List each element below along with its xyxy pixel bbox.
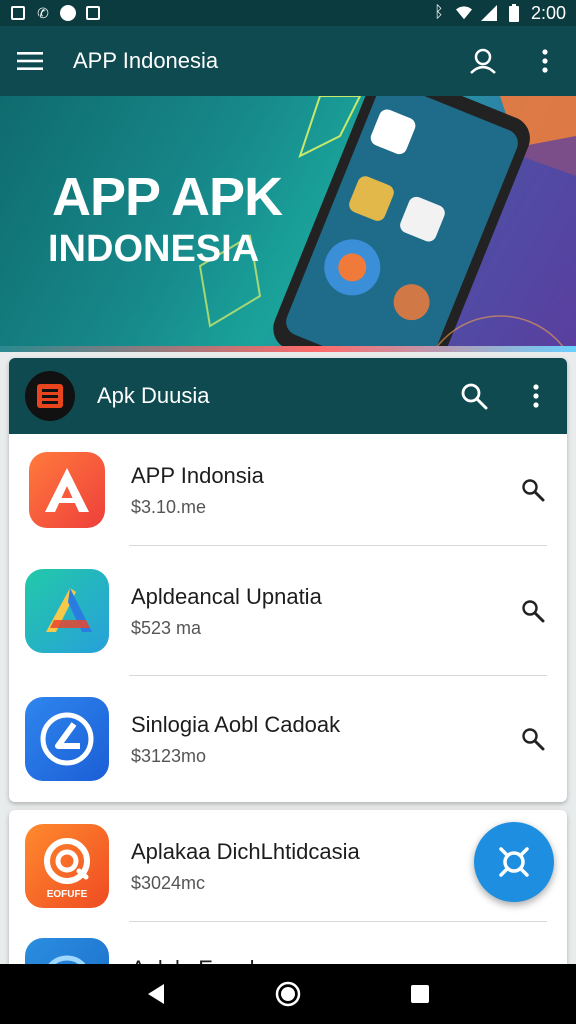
status-time: 2:00 — [530, 2, 566, 23]
list-item-text: Sinlogia Aobl Cadoak $3123mo — [131, 712, 503, 767]
list-item-text: APP Indonsia $3.10.me — [131, 463, 503, 518]
account-icon — [470, 48, 496, 74]
app-badge: EOFUFE — [46, 889, 88, 900]
target-icon: EOFUFE — [25, 824, 109, 908]
item-search-button[interactable] — [503, 581, 563, 641]
banner-heading: APP APK — [52, 167, 283, 227]
missed-call-icon: ✆ — [37, 4, 49, 21]
wifi-icon — [455, 5, 472, 21]
bluetooth-icon: ᛒ — [434, 4, 444, 21]
signal-icon — [480, 5, 497, 21]
floating-action-button[interactable] — [474, 822, 554, 902]
section-header: Apk Duusia — [9, 358, 567, 434]
home-button[interactable] — [268, 974, 308, 1014]
search-icon — [522, 479, 545, 502]
promo-banner[interactable]: APP APK INDONESIA — [0, 96, 576, 352]
list-item[interactable]: Apldeancal Upnatia $523 ma — [9, 546, 567, 676]
more-vert-icon — [542, 49, 548, 73]
l-circle-icon — [25, 697, 109, 781]
app-title: APP Indonesia — [73, 48, 219, 73]
a-prism-icon — [25, 569, 109, 653]
app-bar: APP Indonesia — [0, 26, 576, 96]
recents-button[interactable] — [400, 974, 440, 1014]
menu-button[interactable] — [0, 26, 60, 96]
home-icon — [275, 981, 301, 1007]
battery-icon — [506, 4, 522, 22]
connect-icon — [499, 847, 529, 877]
a-logo-icon — [29, 452, 105, 528]
recents-icon — [411, 985, 429, 1003]
list-logo-icon — [37, 384, 63, 408]
back-icon — [148, 984, 164, 1004]
app-name: APP Indonsia — [131, 462, 264, 488]
status-right-icons: ᛒ 2:00 — [431, 3, 566, 24]
notification-icon — [10, 5, 26, 21]
list-item-text: Apldeancal Upnatia $523 ma — [131, 584, 503, 639]
item-search-button[interactable] — [503, 460, 563, 520]
app-name: Apldeancal Upnatia — [131, 583, 322, 609]
status-bar: ✆ ᛒ 2:00 — [0, 0, 576, 26]
screenshot-icon — [85, 5, 101, 21]
search-icon — [522, 728, 545, 751]
section-more-button[interactable] — [505, 358, 567, 434]
system-nav-bar — [0, 964, 576, 1024]
search-icon — [461, 383, 488, 410]
status-left-icons: ✆ — [10, 5, 101, 21]
back-button[interactable] — [136, 974, 176, 1014]
banner-subheading: INDONESIA — [48, 228, 260, 270]
app-price: $3.10.me — [131, 496, 207, 517]
section-title: Apk Duusia — [97, 383, 210, 408]
section-logo — [25, 371, 75, 421]
list-item[interactable]: APP Indonsia $3.10.me — [9, 434, 567, 546]
search-icon — [522, 600, 545, 623]
app-notification-icon — [60, 5, 76, 21]
more-options-button[interactable] — [514, 26, 576, 96]
app-list-card: Apk Duusia APP Indonsia $3.10.me Apldean… — [9, 358, 567, 802]
app-price: $523 ma — [131, 617, 202, 638]
menu-icon — [17, 52, 43, 70]
list-item[interactable]: Sinlogia Aobl Cadoak $3123mo — [9, 676, 567, 802]
banner-accent-strip — [0, 346, 576, 352]
account-button[interactable] — [452, 26, 514, 96]
more-vert-icon — [533, 384, 539, 408]
app-price: $3123mo — [131, 745, 207, 766]
app-name: Sinlogia Aobl Cadoak — [131, 711, 341, 737]
section-search-button[interactable] — [443, 358, 505, 434]
item-search-button[interactable] — [503, 709, 563, 769]
